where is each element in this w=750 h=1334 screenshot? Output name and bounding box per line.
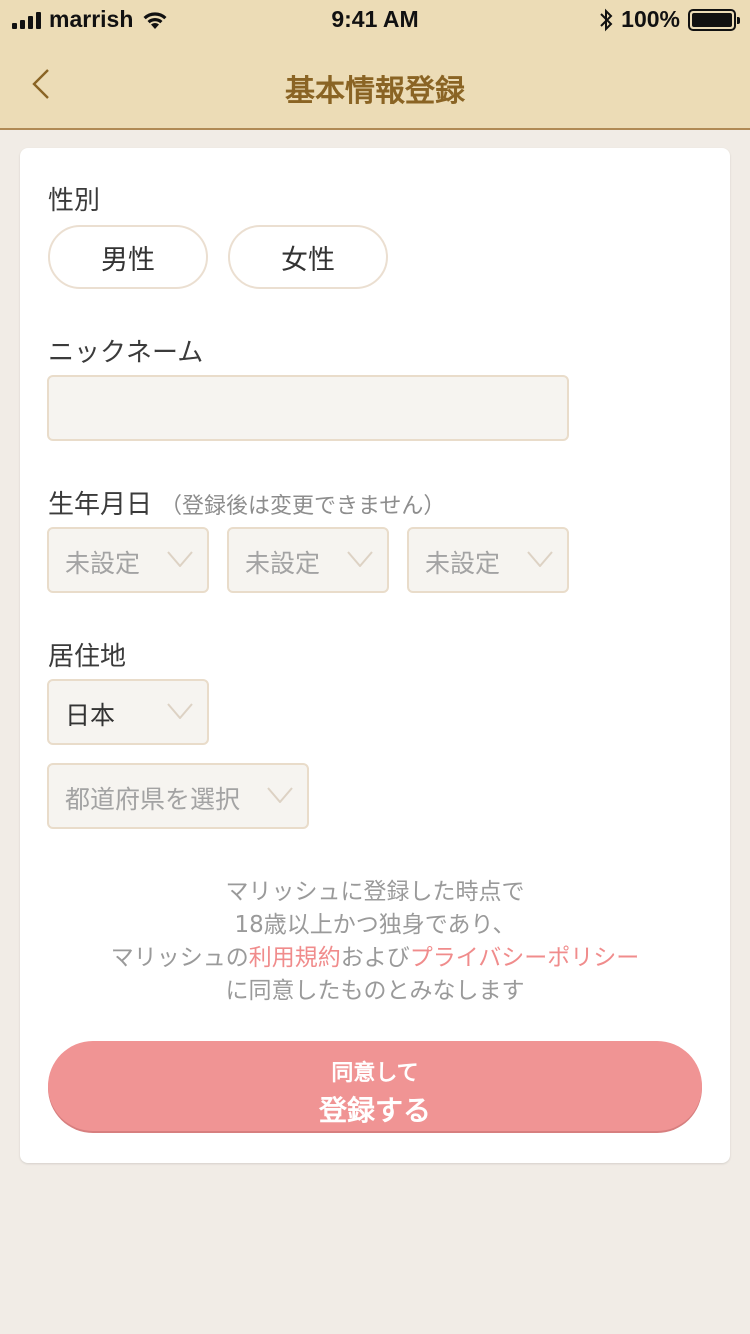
birth-month-value: 未設定 xyxy=(245,549,321,578)
birthday-label: 生年月日 （登録後は変更できません） xyxy=(48,484,445,521)
country-value: 日本 xyxy=(65,701,116,730)
terms-of-service-link[interactable]: 利用規約 xyxy=(249,945,341,971)
terms-notice: マリッシュに登録した時点で 18歳以上かつ独身であり、 マリッシュの利用規約およ… xyxy=(20,876,730,1008)
chevron-down-icon xyxy=(267,787,293,803)
chevron-down-icon xyxy=(347,551,373,567)
nickname-input[interactable] xyxy=(47,375,569,441)
prefecture-select[interactable]: 都道府県を選択 xyxy=(47,763,309,829)
male-button[interactable]: 男性 xyxy=(48,225,208,289)
terms-line-3-mid: および xyxy=(340,945,410,971)
terms-line-3-prefix: マリッシュの xyxy=(110,945,249,971)
battery-icon xyxy=(688,8,740,31)
birth-year-value: 未設定 xyxy=(65,549,141,578)
birth-month-select[interactable]: 未設定 xyxy=(227,527,389,593)
status-bar: marrish 9:41 AM 100% xyxy=(0,0,750,40)
country-select[interactable]: 日本 xyxy=(47,679,209,745)
birthday-label-text: 生年月日 xyxy=(48,490,153,520)
birth-day-select[interactable]: 未設定 xyxy=(407,527,569,593)
birthday-note: （登録後は変更できません） xyxy=(160,494,446,519)
submit-line-1: 同意して xyxy=(331,1061,419,1086)
page-title: 基本情報登録 xyxy=(285,74,465,109)
chevron-down-icon xyxy=(527,551,553,567)
terms-line-1: マリッシュに登録した時点で xyxy=(225,879,525,905)
female-button[interactable]: 女性 xyxy=(228,225,388,289)
bluetooth-icon xyxy=(600,8,613,31)
nickname-label: ニックネーム xyxy=(48,338,204,368)
chevron-down-icon xyxy=(167,551,193,567)
status-right: 100% xyxy=(599,6,740,33)
chevron-down-icon xyxy=(167,703,193,719)
birth-year-select[interactable]: 未設定 xyxy=(47,527,209,593)
submit-line-2: 登録する xyxy=(318,1094,431,1127)
registration-card: 性別 男性 女性 ニックネーム 生年月日 （登録後は変更できません） 未設定 未設… xyxy=(20,148,730,1163)
battery-level xyxy=(692,12,732,27)
gender-label: 性別 xyxy=(48,186,101,216)
privacy-policy-link[interactable]: プライバシーポリシー xyxy=(410,945,640,971)
terms-line-4: に同意したものとみなします xyxy=(225,978,525,1004)
prefecture-placeholder: 都道府県を選択 xyxy=(65,785,241,814)
battery-percentage: 100% xyxy=(621,6,680,32)
residence-label: 居住地 xyxy=(48,642,127,672)
nav-bar: 基本情報登録 xyxy=(0,40,750,130)
agree-register-button[interactable]: 同意して 登録する xyxy=(48,1041,702,1131)
birth-day-value: 未設定 xyxy=(425,549,501,578)
terms-line-2: 18歳以上かつ独身であり、 xyxy=(234,912,516,938)
terms-line-3: マリッシュの利用規約およびプライバシーポリシー xyxy=(20,942,730,975)
